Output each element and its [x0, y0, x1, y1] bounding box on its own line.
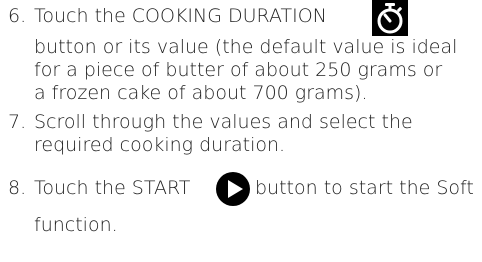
step-text-line: button to start the Soft [255, 177, 474, 199]
step-text-line: Touch the COOKING DURATION [34, 5, 327, 27]
step-text-line: function. [34, 214, 118, 236]
step-number: 6. [8, 5, 27, 27]
step-text-line: required cooking duration. [34, 134, 286, 156]
step-text-line: Touch the START [34, 177, 191, 199]
stopwatch-icon [372, 0, 408, 36]
step-text-line: for a piece of butter of about 250 grams… [34, 59, 443, 81]
step-number: 7. [8, 111, 27, 133]
play-icon [216, 172, 250, 206]
step-number: 8. [8, 177, 27, 199]
step-text-line: button or its value (the default value i… [34, 36, 458, 58]
step-text-line: a frozen cake of about 700 grams). [34, 82, 368, 104]
step-text-line: Scroll through the values and select the [34, 111, 413, 133]
